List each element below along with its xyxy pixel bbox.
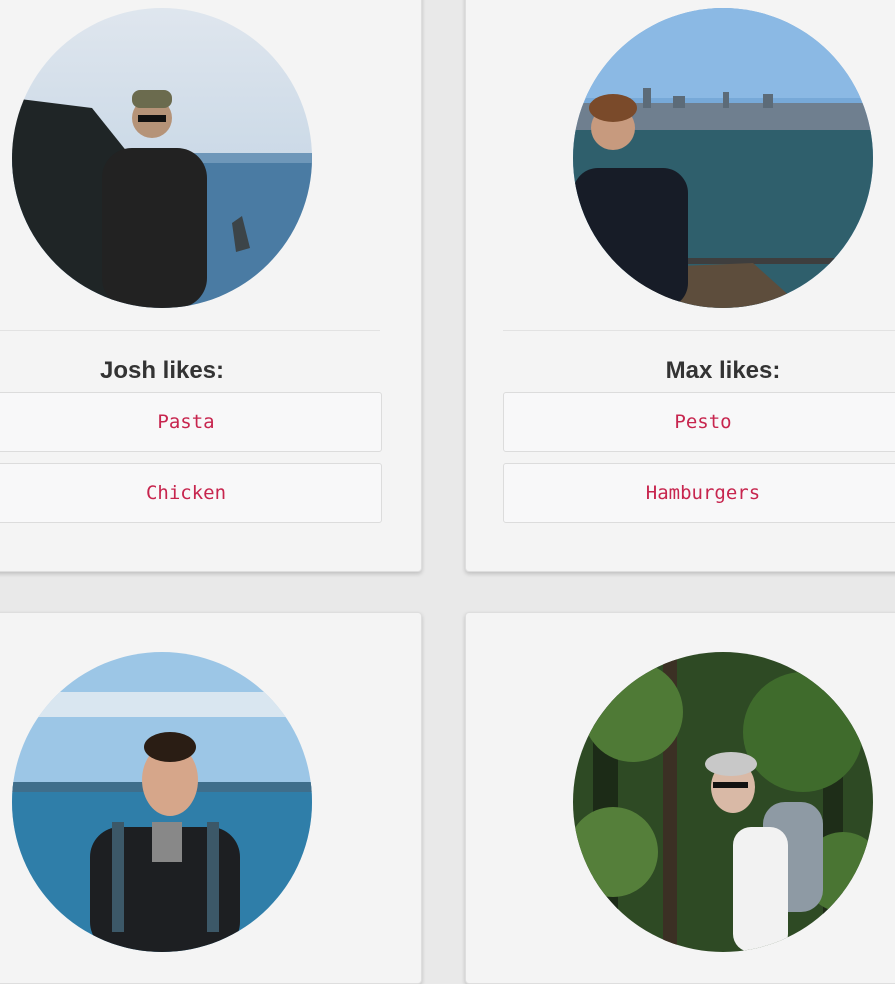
photo-hiker-in-forest	[573, 652, 873, 952]
card-divider	[0, 330, 380, 331]
avatar-card-3	[12, 652, 312, 952]
avatar-max	[573, 8, 873, 308]
photo-man-on-cliff	[12, 8, 312, 308]
like-item-chicken[interactable]: Chicken	[0, 463, 382, 523]
like-item-pasta[interactable]: Pasta	[0, 392, 382, 452]
card-divider	[503, 330, 895, 331]
photo-man-at-beach	[12, 652, 312, 952]
like-item-hamburgers[interactable]: Hamburgers	[503, 463, 895, 523]
avatar-josh	[12, 8, 312, 308]
like-item-pesto[interactable]: Pesto	[503, 392, 895, 452]
likes-title-max: Max likes:	[665, 357, 781, 384]
photo-man-by-bay	[573, 8, 873, 308]
likes-title-josh: Josh likes:	[99, 357, 225, 384]
avatar-card-4	[573, 652, 873, 952]
